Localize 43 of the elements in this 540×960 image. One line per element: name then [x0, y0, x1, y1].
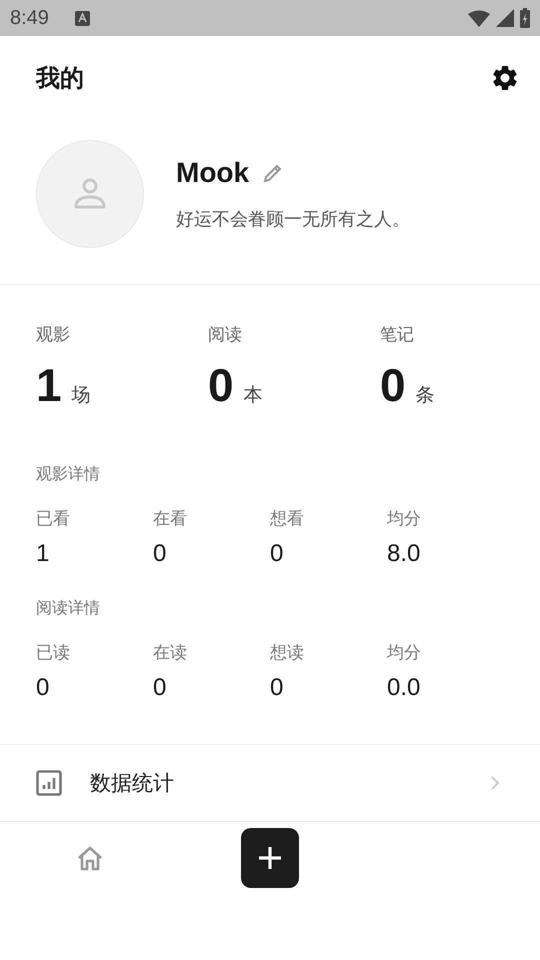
detail-value: 0	[270, 674, 284, 702]
stat-unit: 本	[244, 383, 263, 408]
detail-label: 均分	[387, 508, 422, 530]
detail-label: 在看	[153, 508, 188, 530]
chevron-right-icon	[490, 775, 500, 791]
stat-label: 观影	[36, 324, 71, 346]
detail-label: 已看	[36, 508, 71, 530]
stat-value: 0	[380, 358, 406, 412]
person-icon	[73, 178, 107, 210]
plus-icon	[258, 846, 282, 870]
signal-icon	[496, 9, 514, 27]
menu-item[interactable]: 数据统计	[0, 745, 540, 821]
stat-label: 笔记	[380, 324, 415, 346]
detail-label: 已读	[36, 642, 71, 664]
detail-value: 0	[153, 674, 168, 702]
wifi-icon	[468, 10, 490, 26]
status-time: 8:49	[10, 6, 49, 30]
home-icon	[76, 845, 104, 871]
battery-icon	[520, 8, 530, 28]
section-title: 观影详情	[36, 464, 101, 485]
detail-value: 0	[153, 540, 168, 568]
bar-chart-icon	[36, 770, 62, 796]
user-name: Mook	[176, 157, 250, 189]
detail-label: 在读	[153, 642, 188, 664]
detail-value: 0.0	[387, 674, 422, 702]
page-title: 我的	[36, 63, 84, 94]
keyboard-notification-icon	[74, 10, 90, 26]
detail-label: 想看	[270, 508, 305, 530]
stat-label: 阅读	[208, 324, 243, 346]
stat-value: 1	[36, 358, 62, 412]
pencil-icon[interactable]	[263, 163, 284, 183]
detail-value: 8.0	[387, 540, 422, 568]
stat-value: 0	[208, 358, 234, 412]
add-button[interactable]	[241, 828, 299, 888]
detail-label: 想读	[270, 642, 305, 664]
detail-label: 均分	[387, 642, 422, 664]
stat-unit: 条	[416, 383, 435, 408]
stat-unit: 场	[72, 383, 91, 408]
user-motto: 好运不会眷顾一无所有之人。	[176, 208, 410, 231]
detail-value: 0	[270, 540, 284, 568]
detail-value: 1	[36, 540, 50, 568]
section-title: 阅读详情	[36, 598, 101, 619]
detail-value: 0	[36, 674, 50, 702]
